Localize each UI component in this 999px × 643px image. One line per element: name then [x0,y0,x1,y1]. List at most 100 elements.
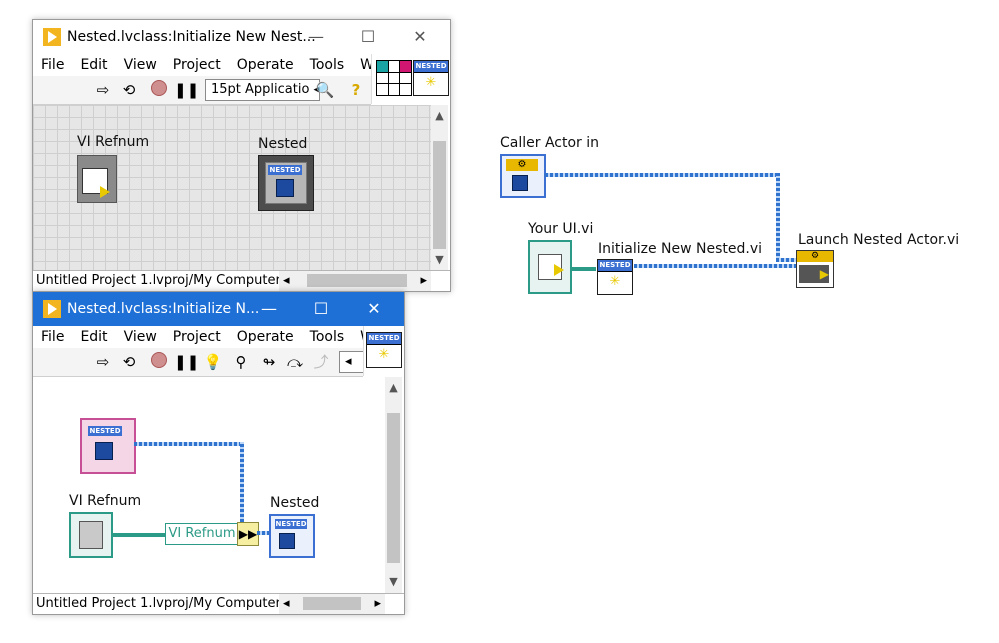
vi-refnum-label: VI Refnum [77,134,150,150]
font-ring[interactable]: ◂ [339,351,366,373]
caller-actor-label: Caller Actor in [500,135,600,151]
highlight-execution-icon[interactable]: 💡 [203,352,223,372]
caller-actor-wire[interactable] [545,173,778,177]
menu-tools[interactable]: Tools [302,326,353,348]
run-arrow-icon[interactable]: ⇨ [93,352,113,372]
menu-tools[interactable]: Tools [302,54,353,76]
abort-icon[interactable] [149,352,169,372]
scroll-up-icon[interactable]: ▲ [385,379,402,396]
nested-class-constant[interactable]: NESTED [80,418,136,474]
run-arrow-small-icon [554,264,564,276]
retain-wire-values-icon[interactable]: ⚲ [231,352,251,372]
block-diagram-titlebar[interactable]: Nested.lvclass:Initialize N... — ☐ ✕ [33,292,404,326]
horizontal-scrollbar[interactable]: ◂ ▸ [279,271,431,291]
your-ui-label: Your UI.vi [528,221,594,237]
menu-view[interactable]: View [116,326,165,348]
scroll-right-icon[interactable]: ▸ [420,271,427,291]
scroll-up-icon[interactable]: ▲ [431,107,448,124]
vi-document-icon [79,521,103,549]
refnum-wire[interactable] [111,533,165,537]
nested-class-header: NESTED [88,426,122,436]
caller-actor-wire[interactable] [776,173,780,261]
vi-refnum-terminal[interactable] [69,512,113,558]
maximize-button[interactable]: ☐ [342,20,394,54]
icon-pane: NESTED ✳ [363,326,404,376]
block-diagram-canvas[interactable]: NESTED VI Refnum VI Refnum ▶▶ Nested NES… [33,377,385,593]
bundle-field-label: VI Refnum [168,526,236,541]
launch-diagram: Caller Actor in ⚙ Your UI.vi Initialize … [490,130,970,310]
horizontal-scrollbar[interactable]: ◂ ▸ [279,594,385,614]
scroll-right-icon[interactable]: ▸ [374,594,381,614]
status-bar: Untitled Project 1.lvproj/My Computer ◂ … [33,270,450,291]
hscroll-thumb[interactable] [307,274,407,287]
minimize-button[interactable]: — [290,20,342,54]
scroll-left-icon[interactable]: ◂ [283,271,290,291]
nested-class-header: NESTED [268,165,302,175]
nested-object-control[interactable]: NESTED [258,155,314,211]
caller-actor-wire[interactable] [776,258,796,262]
pause-icon[interactable]: ❚❚ [174,80,199,100]
front-panel-titlebar[interactable]: Nested.lvclass:Initialize New Nest... — … [33,20,450,54]
bundle-by-name-node[interactable]: ▶▶ [237,522,259,546]
menu-operate[interactable]: Operate [229,54,302,76]
nested-output-header: NESTED [275,519,307,529]
project-context[interactable]: Untitled Project 1.lvproj/My Computer [33,594,285,614]
close-button[interactable]: ✕ [394,20,446,54]
abort-icon[interactable] [149,80,169,100]
pause-icon[interactable]: ❚❚ [174,352,199,372]
menu-view[interactable]: View [116,54,165,76]
run-continuously-icon[interactable]: ⟲ [119,352,139,372]
toolbar: ⇨ ⟲ ❚❚ 15pt Applicatio ◂ 🔍 ? [33,76,371,105]
help-icon[interactable]: ? [346,80,366,100]
menu-edit[interactable]: Edit [72,54,115,76]
front-panel-window: Nested.lvclass:Initialize New Nest... — … [32,19,451,292]
menu-file[interactable]: File [33,326,72,348]
menu-project[interactable]: Project [165,54,229,76]
object-wire[interactable] [134,442,242,446]
nested-object-wire[interactable] [634,264,796,268]
launch-nested-actor-subvi[interactable]: ⚙ ▶ [796,250,834,288]
nested-inner-panel: NESTED [265,162,307,204]
maximize-button[interactable]: ☐ [295,292,347,326]
menu-file[interactable]: File [33,54,72,76]
launch-nested-label: Launch Nested Actor.vi [798,232,960,248]
nested-output-label: Nested [270,495,320,511]
step-over-icon[interactable]: ⤼ [285,352,305,372]
vi-icon[interactable]: NESTED ✳ [366,332,402,368]
object-wire[interactable] [240,442,244,522]
menu-bar: File Edit View Project Operate Tools Win [33,326,386,348]
minimize-button[interactable]: — [243,292,295,326]
search-icon[interactable]: 🔍 [315,80,335,100]
vertical-scrollbar[interactable]: ▲ ▼ [431,105,448,270]
scroll-down-icon[interactable]: ▼ [385,573,402,590]
scroll-down-icon[interactable]: ▼ [431,251,448,268]
project-context[interactable]: Untitled Project 1.lvproj/My Computer [33,271,285,291]
menu-edit[interactable]: Edit [72,326,115,348]
vi-refnum-control[interactable] [77,155,117,203]
hscroll-thumb[interactable] [303,597,361,610]
scroll-thumb[interactable] [387,413,400,563]
menu-project[interactable]: Project [165,326,229,348]
output-object-wire[interactable] [257,531,269,535]
step-out-icon[interactable]: ⤴ [311,352,331,372]
refnum-wire[interactable] [570,267,596,271]
caller-actor-terminal[interactable]: ⚙ [500,154,546,198]
connector-pane-icon[interactable] [376,60,412,96]
vertical-scrollbar[interactable]: ▲ ▼ [385,377,402,593]
nested-output-terminal[interactable]: NESTED [269,514,315,558]
your-ui-vi-refnum[interactable] [528,240,572,294]
run-continuously-icon[interactable]: ⟲ [119,80,139,100]
run-arrow-icon[interactable]: ⇨ [93,80,113,100]
bundle-field-label-box[interactable]: VI Refnum [165,523,239,545]
font-ring[interactable]: 15pt Applicatio ◂ [205,79,320,101]
vi-icon[interactable]: NESTED ✳ [413,60,449,96]
close-button[interactable]: ✕ [348,292,400,326]
step-into-icon[interactable]: ↬ [259,352,279,372]
init-nested-subvi[interactable]: NESTED ✳ [597,259,633,295]
run-arrow-small-icon [100,186,110,198]
scroll-thumb[interactable] [433,141,446,249]
scroll-left-icon[interactable]: ◂ [283,594,290,614]
menu-operate[interactable]: Operate [229,326,302,348]
star-icon: ✳ [609,274,621,289]
front-panel-canvas[interactable]: VI Refnum Nested NESTED [33,105,431,270]
